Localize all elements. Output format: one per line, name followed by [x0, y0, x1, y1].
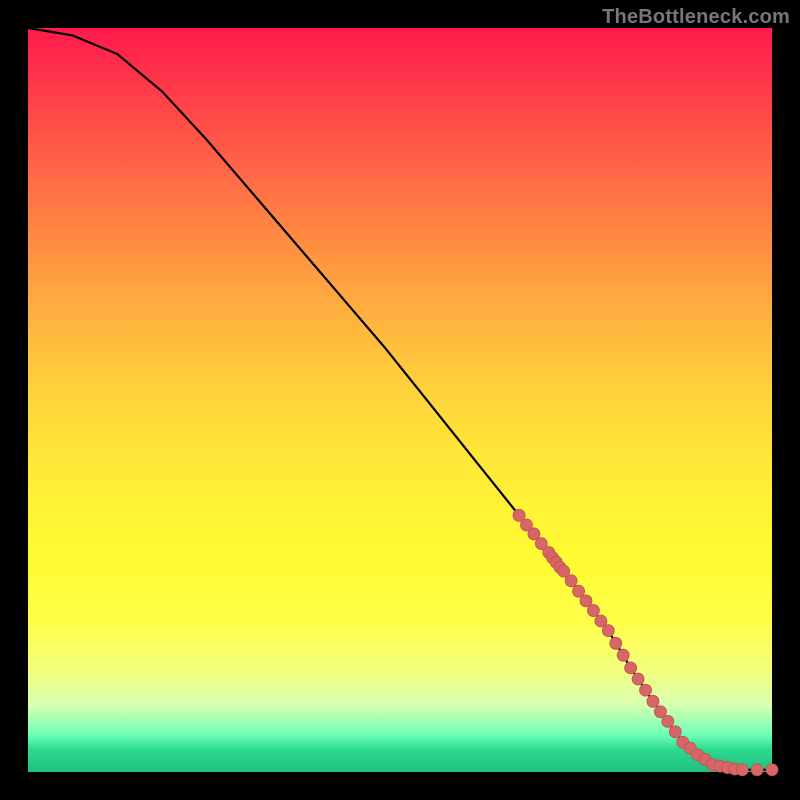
- marker-group: [513, 509, 778, 775]
- credit-text: TheBottleneck.com: [602, 6, 790, 29]
- bottleneck-curve: [28, 28, 772, 770]
- data-marker: [647, 695, 659, 707]
- data-marker: [640, 684, 652, 696]
- data-marker: [669, 726, 681, 738]
- data-marker: [662, 715, 674, 727]
- data-marker: [602, 625, 614, 637]
- data-marker: [736, 764, 748, 776]
- gradient-plot-area: [28, 28, 772, 772]
- data-marker: [610, 637, 622, 649]
- data-marker: [565, 575, 577, 587]
- data-marker: [587, 605, 599, 617]
- data-marker: [617, 649, 629, 661]
- data-marker: [632, 673, 644, 685]
- chart-overlay: [28, 28, 772, 772]
- data-marker: [766, 764, 778, 776]
- data-marker: [751, 764, 763, 776]
- chart-stage: TheBottleneck.com: [0, 0, 800, 800]
- data-marker: [625, 662, 637, 674]
